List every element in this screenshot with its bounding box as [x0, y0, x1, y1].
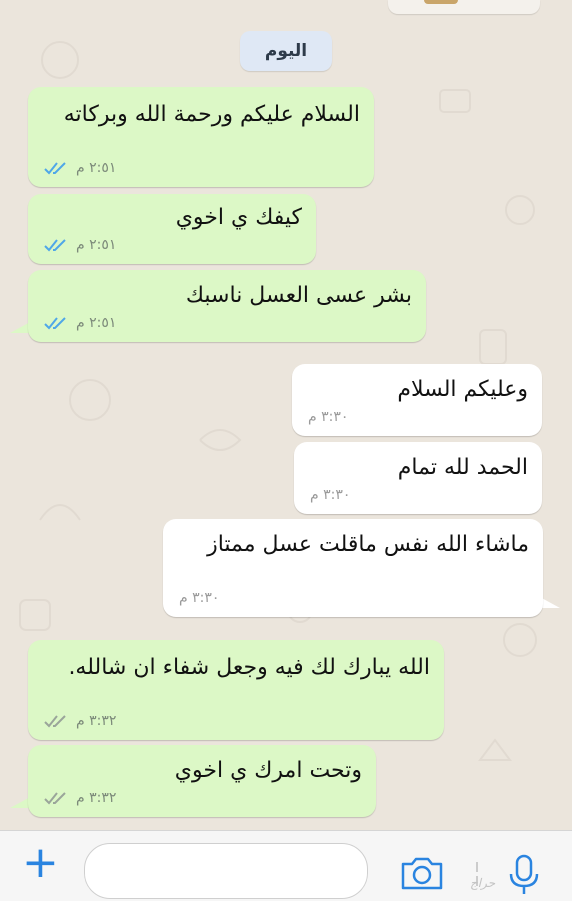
- message-text: الحمد لله تمام: [397, 455, 528, 480]
- message-meta: ٣:٣٠ م: [179, 590, 219, 606]
- message-text: وتحت امرك ي اخوي: [174, 758, 362, 783]
- watermark: حراج: [470, 876, 496, 890]
- message-time: ٣:٣٠ م: [310, 487, 351, 503]
- message-text: كيفك ي اخوي: [175, 205, 302, 230]
- plus-icon[interactable]: +: [22, 841, 59, 885]
- delivered-receipt-icon: [44, 715, 66, 728]
- message-outgoing[interactable]: وتحت امرك ي اخوي ٣:٣٢ م: [28, 745, 376, 817]
- message-incoming[interactable]: الحمد لله تمام ٣:٣٠ م: [294, 442, 542, 514]
- date-separator: اليوم: [240, 31, 332, 71]
- read-receipt-icon: [44, 239, 66, 252]
- message-time: ٣:٣٢ م: [76, 790, 117, 806]
- message-time: ٣:٣٠ م: [308, 409, 349, 425]
- message-time: ٣:٣٢ م: [76, 713, 117, 729]
- message-meta: ٢:٥١ م: [44, 237, 116, 253]
- message-outgoing[interactable]: كيفك ي اخوي ٢:٥١ م: [28, 194, 316, 264]
- message-text: بشر عسى العسل ناسبك: [185, 283, 412, 308]
- message-meta: ٢:٥١ م: [44, 160, 116, 176]
- message-meta: ٢:٥١ م: [44, 315, 116, 331]
- message-text: ماشاء الله نفس ماقلت عسل ممتاز: [207, 532, 529, 557]
- message-time: ٢:٥١ م: [76, 237, 117, 253]
- message-time: ٣:٣٠ م: [179, 590, 220, 606]
- previous-message-edge: [388, 0, 540, 14]
- message-outgoing[interactable]: الله يبارك لك فيه وجعل شفاء ان شالله. ٣:…: [28, 640, 444, 740]
- microphone-icon[interactable]: [506, 854, 542, 896]
- message-incoming[interactable]: ماشاء الله نفس ماقلت عسل ممتاز ٣:٣٠ م: [163, 519, 543, 617]
- message-meta: ٣:٣٠ م: [310, 487, 350, 503]
- avatar-edge: [424, 0, 458, 4]
- message-meta: ٣:٣٠ م: [308, 409, 348, 425]
- message-time: ٢:٥١ م: [76, 315, 117, 331]
- camera-icon[interactable]: [400, 855, 444, 891]
- message-time: ٢:٥١ م: [76, 160, 117, 176]
- read-receipt-icon: [44, 162, 66, 175]
- delivered-receipt-icon: [44, 792, 66, 805]
- message-text: السلام عليكم ورحمة الله وبركاته: [63, 102, 360, 127]
- message-text: الله يبارك لك فيه وجعل شفاء ان شالله.: [68, 655, 430, 680]
- message-outgoing[interactable]: السلام عليكم ورحمة الله وبركاته ٢:٥١ م: [28, 87, 374, 187]
- message-incoming[interactable]: وعليكم السلام ٣:٣٠ م: [292, 364, 542, 436]
- message-outgoing[interactable]: بشر عسى العسل ناسبك ٢:٥١ م: [28, 270, 426, 342]
- message-input[interactable]: [84, 843, 368, 899]
- message-meta: ٣:٣٢ م: [44, 713, 116, 729]
- message-text: وعليكم السلام: [397, 377, 528, 402]
- read-receipt-icon: [44, 317, 66, 330]
- message-meta: ٣:٣٢ م: [44, 790, 116, 806]
